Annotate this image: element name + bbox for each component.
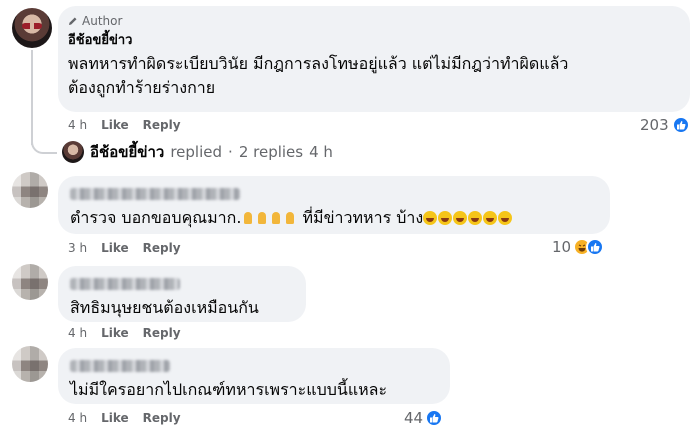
comment-actions: 4 h Like Reply xyxy=(68,411,181,425)
replies-time: 4 h xyxy=(309,143,333,161)
reply-button[interactable]: Reply xyxy=(143,241,181,255)
replier-avatar xyxy=(62,141,84,163)
reaction-count: 203 xyxy=(640,116,669,134)
reply-button[interactable]: Reply xyxy=(143,118,181,132)
comment-time[interactable]: 3 h xyxy=(68,241,87,255)
author-comment-text-line2: ต้องถูกทำร้ายร่างกาย xyxy=(68,78,216,97)
comment-text-part2: ที่มีข่าวทหาร บ้าง xyxy=(297,208,424,227)
laughing-emoji xyxy=(423,211,438,225)
author-badge-label: Author xyxy=(82,14,123,28)
comment-time[interactable]: 4 h xyxy=(68,118,87,132)
author-avatar[interactable] xyxy=(12,8,52,48)
thread-connector xyxy=(31,120,57,154)
comment-text: ตำรวจ บอกขอบคุณมาก. ที่มีข่าวทหาร บ้าง xyxy=(70,206,598,230)
like-thumb-icon xyxy=(425,409,444,427)
commenter-avatar[interactable] xyxy=(12,346,48,382)
laughing-emoji xyxy=(468,211,483,225)
comment-bubble: สิทธิมนุษยชนต้องเหมือนกัน xyxy=(58,266,306,322)
comment-time[interactable]: 4 h xyxy=(68,326,87,340)
reply-button[interactable]: Reply xyxy=(143,411,181,425)
blurred-commenter-name[interactable] xyxy=(70,188,240,200)
replier-name: อีช้อขยี้ข่าว xyxy=(90,143,165,161)
like-thumb-icon xyxy=(586,238,605,256)
author-badge: Author xyxy=(68,14,680,28)
comment-actions: 4 h Like Reply xyxy=(68,326,181,340)
reaction-count: 44 xyxy=(404,409,424,427)
author-comment-actions: 4 h Like Reply xyxy=(68,118,181,132)
blurred-commenter-name[interactable] xyxy=(70,360,170,372)
author-comment-bubble: Author อีช้อขยี้ข่าว พลทหารทำผิดระเบียบว… xyxy=(58,6,690,112)
laughing-emoji xyxy=(498,211,513,225)
like-button[interactable]: Like xyxy=(101,241,129,255)
comment-text: สิทธิมนุษยชนต้องเหมือนกัน xyxy=(70,298,259,317)
laughing-emoji xyxy=(453,211,468,225)
like-button[interactable]: Like xyxy=(101,118,129,132)
commenter-avatar[interactable] xyxy=(12,264,48,300)
comment-reactions[interactable]: 10 xyxy=(552,238,605,256)
comment-text: ไม่มีใครอยากไปเกณฑ์ทหารเพราะแบบนี้แหละ xyxy=(70,380,388,399)
comment-actions: 3 h Like Reply xyxy=(68,241,181,255)
reaction-count: 10 xyxy=(552,238,572,256)
folded-hands-emoji xyxy=(269,211,283,225)
commenter-avatar[interactable] xyxy=(12,172,48,208)
comment-reactions[interactable]: 44 xyxy=(404,409,444,427)
like-button[interactable]: Like xyxy=(101,326,129,340)
author-name[interactable]: อีช้อขยี้ข่าว xyxy=(68,29,680,50)
folded-hands-emoji xyxy=(255,211,269,225)
author-comment-text-line1: พลทหารทำผิดระเบียบวินัย มีกฎการลงโทษอยู่… xyxy=(68,54,569,73)
replied-label: replied xyxy=(170,143,223,161)
folded-hands-emoji xyxy=(283,211,297,225)
comment-text-part1: ตำรวจ บอกขอบคุณมาก. xyxy=(70,208,242,227)
pencil-icon xyxy=(68,16,78,26)
blurred-commenter-name[interactable] xyxy=(70,278,180,290)
reply-button[interactable]: Reply xyxy=(143,326,181,340)
comment-time[interactable]: 4 h xyxy=(68,411,87,425)
view-replies-link[interactable]: อีช้อขยี้ข่าว replied · 2 replies 4 h xyxy=(62,140,333,164)
comment-bubble: ไม่มีใครอยากไปเกณฑ์ทหารเพราะแบบนี้แหละ xyxy=(58,348,450,404)
folded-hands-emoji xyxy=(241,211,255,225)
separator-dot: · xyxy=(228,143,233,161)
replies-count: 2 replies xyxy=(238,143,304,161)
laughing-emoji xyxy=(483,211,498,225)
author-comment-reactions[interactable]: 203 xyxy=(640,116,690,134)
laughing-emoji xyxy=(438,211,453,225)
like-thumb-icon xyxy=(671,116,690,134)
comment-bubble: ตำรวจ บอกขอบคุณมาก. ที่มีข่าวทหาร บ้าง xyxy=(58,176,610,234)
like-button[interactable]: Like xyxy=(101,411,129,425)
